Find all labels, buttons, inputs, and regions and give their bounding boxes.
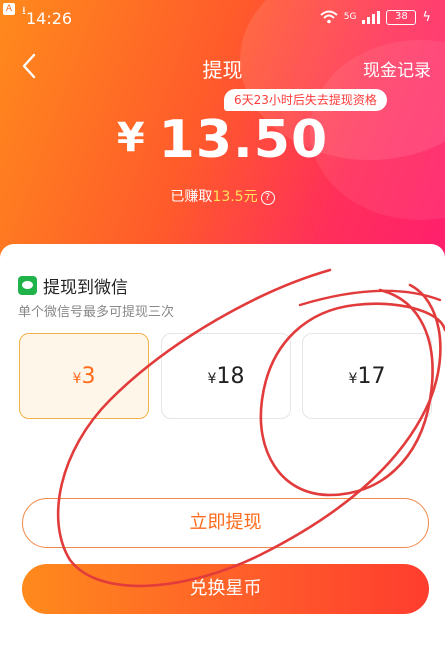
battery-indicator: 38	[386, 9, 417, 25]
wechat-icon	[18, 276, 37, 295]
earned-label: 已赚取	[170, 189, 213, 205]
option-value: 3	[81, 364, 96, 389]
amount-option-3[interactable]: ¥3	[19, 333, 149, 419]
amount-option-18[interactable]: ¥18	[161, 333, 291, 419]
amount-option-17[interactable]: ¥17	[302, 333, 432, 419]
charging-icon: ϟ	[422, 9, 431, 25]
option-value: 18	[216, 364, 245, 389]
withdraw-title: 提现到微信	[43, 278, 128, 298]
status-bar: A ⭳ 14:26 5G 38 ϟ	[0, 0, 445, 34]
wifi-icon	[320, 10, 338, 24]
exchange-coins-button[interactable]: 兑换星币	[22, 564, 429, 614]
cash-records-link[interactable]: 现金记录	[363, 56, 431, 81]
balance-value: 13.50	[158, 110, 329, 170]
network-type: 5G	[343, 11, 357, 22]
balance-amount: ¥13.50	[0, 110, 445, 170]
withdraw-now-button[interactable]: 立即提现	[22, 498, 429, 548]
status-time: 14:26	[26, 9, 73, 28]
option-value: 17	[357, 364, 386, 389]
earned-summary: 已赚取13.5元?	[0, 186, 445, 206]
signal-icon	[362, 10, 381, 24]
expiry-tip-badge: 6天23小时后失去提现资格	[224, 89, 387, 111]
withdraw-subtitle: 单个微信号最多可提现三次	[18, 305, 175, 320]
earned-value: 13.5元	[212, 189, 258, 205]
app-notification-icon: A	[3, 3, 15, 15]
currency-symbol: ¥	[116, 115, 145, 161]
withdraw-header: 提现到微信	[18, 273, 128, 298]
question-icon[interactable]: ?	[260, 191, 275, 205]
